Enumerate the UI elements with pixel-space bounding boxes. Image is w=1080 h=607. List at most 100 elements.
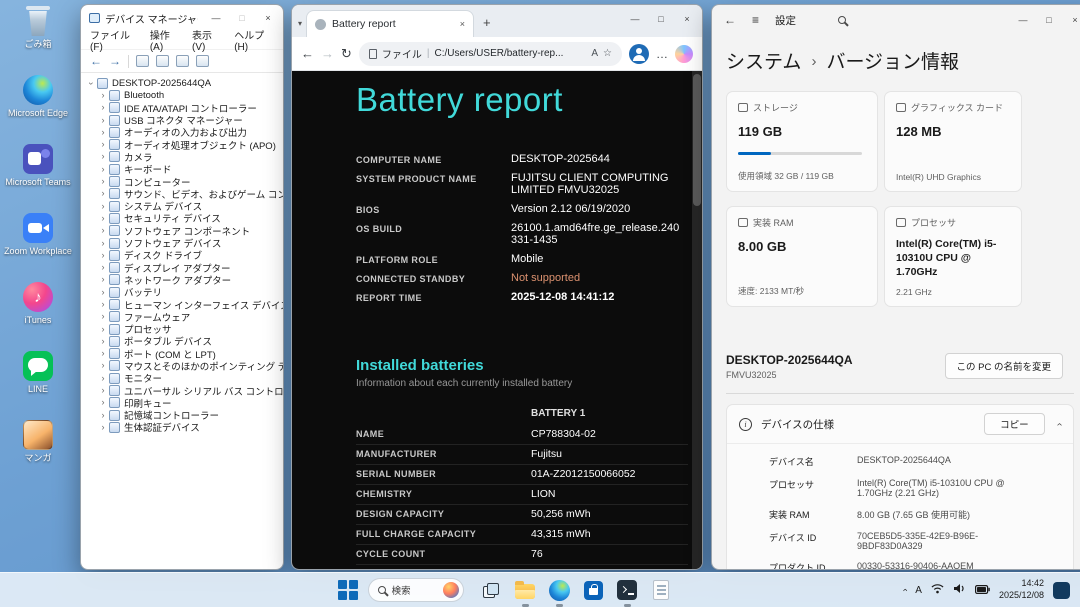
tree-expand-icon[interactable]: ›	[98, 177, 108, 186]
address-bar[interactable]: ファイル | C:/Users/USER/battery-rep... A ☆	[358, 41, 622, 66]
refresh-icon[interactable]: ↻	[341, 46, 352, 62]
tree-expand-icon[interactable]: ›	[98, 422, 108, 432]
copilot-icon[interactable]	[675, 44, 693, 63]
tree-item[interactable]: › IDE ATA/ATAPI コントローラー	[86, 102, 283, 114]
tab-close-icon[interactable]: ×	[460, 19, 465, 29]
tree-expand-icon[interactable]: ›	[98, 103, 108, 112]
profile-avatar[interactable]	[629, 43, 649, 64]
task-view-button[interactable]	[479, 578, 504, 603]
search-icon[interactable]	[838, 16, 847, 24]
tree-expand-icon[interactable]: ›	[98, 213, 108, 223]
copy-button[interactable]: コピー	[984, 413, 1045, 435]
settings-titlebar[interactable]: ← ≡ 設定 — □ ×	[712, 5, 1080, 35]
tree-item[interactable]: › オーディオの入力および出力	[86, 126, 283, 138]
help-icon[interactable]	[176, 55, 189, 67]
tree-expand-icon[interactable]: ›	[98, 410, 108, 420]
menu-view[interactable]: 表示(V)	[187, 26, 227, 54]
tree-item[interactable]: › バッテリ	[86, 286, 283, 298]
chevron-up-icon[interactable]: ›	[1054, 422, 1065, 425]
desktop-icon-edge[interactable]: Microsoft Edge	[2, 75, 74, 144]
desktop-icon-zoom[interactable]: Zoom Workplace	[2, 213, 74, 282]
tree-item[interactable]: › モニター	[86, 372, 283, 384]
back-icon[interactable]: ←	[90, 54, 102, 68]
tree-item[interactable]: › ディスプレイ アダプター	[86, 261, 283, 274]
tree-expand-icon[interactable]: ›	[98, 140, 108, 149]
menu-file[interactable]: ファイル(F)	[85, 26, 143, 54]
desktop-icon-manga-app[interactable]: マンガ	[2, 420, 74, 489]
start-button[interactable]	[338, 580, 358, 600]
tree-item[interactable]: › 生体認証デバイス	[86, 421, 283, 434]
tree-item[interactable]: › コンピューター	[86, 175, 283, 188]
tree-expand-icon[interactable]: ›	[98, 386, 108, 395]
tree-expand-icon[interactable]: ›	[98, 336, 108, 346]
notification-center-icon[interactable]	[1053, 581, 1070, 599]
minimize-button[interactable]: —	[1010, 9, 1036, 31]
maximize-button[interactable]: □	[648, 8, 674, 30]
nav-menu-icon[interactable]: ≡	[752, 13, 759, 27]
properties-icon[interactable]	[156, 55, 169, 67]
forward-icon[interactable]: →	[109, 54, 121, 68]
tree-item[interactable]: › カメラ	[86, 151, 283, 163]
clock[interactable]: 14:42 2025/12/08	[999, 578, 1044, 601]
tree-expand-icon[interactable]: ›	[98, 189, 108, 198]
tree-item[interactable]: › ユニバーサル シリアル バス コントローラー	[86, 384, 283, 397]
minimize-button[interactable]: —	[622, 8, 648, 30]
tree-expand-icon[interactable]: ›	[98, 164, 108, 174]
tree-expand-icon[interactable]: ›	[98, 115, 108, 125]
tree-expand-icon[interactable]: ›	[98, 226, 108, 235]
wifi-icon[interactable]	[931, 581, 944, 599]
menu-help[interactable]: ヘルプ(H)	[229, 26, 279, 54]
tree-expand-icon[interactable]: ›	[98, 361, 108, 370]
scrollbar-thumb[interactable]	[693, 74, 701, 206]
tree-expand-icon[interactable]: ›	[98, 127, 108, 137]
desktop-icon-teams[interactable]: Microsoft Teams	[2, 144, 74, 213]
browser-tab[interactable]: Battery report ×	[306, 10, 475, 37]
tree-item[interactable]: › ソフトウェア デバイス	[86, 237, 283, 249]
store-button[interactable]	[581, 578, 606, 603]
notepad-button[interactable]	[649, 578, 674, 603]
taskbar-search[interactable]: 検索	[367, 578, 464, 602]
tree-item[interactable]: › オーディオ処理オブジェクト (APO)	[86, 138, 283, 151]
desktop-icon-recycle-bin[interactable]: ごみ箱	[2, 6, 74, 75]
battery-icon[interactable]	[974, 581, 990, 599]
tree-item[interactable]: › Bluetooth	[86, 89, 283, 101]
tray-overflow-chevron-icon[interactable]: ›	[900, 589, 910, 592]
tree-item[interactable]: › ポータブル デバイス	[86, 335, 283, 348]
breadcrumb-parent[interactable]: システム	[726, 47, 801, 74]
tree-expand-icon[interactable]: ›	[98, 299, 108, 309]
desktop-icon-line[interactable]: LINE	[2, 351, 74, 420]
tree-expand-icon[interactable]: ›	[98, 373, 108, 383]
tab-actions-icon[interactable]: ▾	[298, 19, 302, 28]
close-button[interactable]: ×	[1062, 9, 1080, 31]
tree-item[interactable]: › プロセッサ	[86, 323, 283, 335]
tree-expand-icon[interactable]: ›	[98, 275, 108, 284]
tree-item[interactable]: › 記憶域コントローラー	[86, 409, 283, 421]
tree-expand-icon[interactable]: ›	[98, 263, 108, 272]
tree-expand-icon[interactable]: ›	[98, 349, 108, 358]
tree-item[interactable]: › セキュリティ デバイス	[86, 212, 283, 225]
new-tab-button[interactable]: +	[483, 15, 491, 30]
tree-item[interactable]: › マウスとそのほかのポインティング デバイス	[86, 360, 283, 372]
tree-item[interactable]: › ヒューマン インターフェイス デバイス	[86, 298, 283, 311]
tree-expand-icon[interactable]: ›	[98, 90, 108, 100]
tree-root[interactable]: › DESKTOP-2025644QA	[86, 77, 283, 89]
scrollbar[interactable]	[692, 71, 702, 569]
tree-item[interactable]: › キーボード	[86, 163, 283, 175]
rename-pc-button[interactable]: この PC の名前を変更	[944, 353, 1063, 379]
tree-item[interactable]: › ディスク ドライブ	[86, 249, 283, 261]
favorite-star-icon[interactable]: ☆	[603, 48, 612, 59]
more-menu-icon[interactable]: …	[656, 47, 668, 61]
tree-expand-icon[interactable]: ›	[98, 324, 108, 334]
tree-expand-icon[interactable]: ›	[98, 250, 108, 260]
tree-expand-icon[interactable]: ›	[98, 201, 108, 211]
tree-item[interactable]: › ソフトウェア コンポーネント	[86, 225, 283, 237]
desktop-icon-itunes[interactable]: ♪ iTunes	[2, 282, 74, 351]
forward-icon[interactable]: →	[321, 46, 334, 61]
back-icon[interactable]: ←	[724, 13, 736, 27]
tree-item[interactable]: › ポート (COM と LPT)	[86, 348, 283, 360]
ime-indicator[interactable]: A	[915, 585, 922, 596]
device-spec-header[interactable]: i デバイスの仕様 コピー ›	[727, 405, 1073, 443]
close-button[interactable]: ×	[674, 8, 700, 30]
menu-action[interactable]: 操作(A)	[145, 26, 185, 54]
tree-expand-icon[interactable]: ›	[98, 152, 108, 161]
